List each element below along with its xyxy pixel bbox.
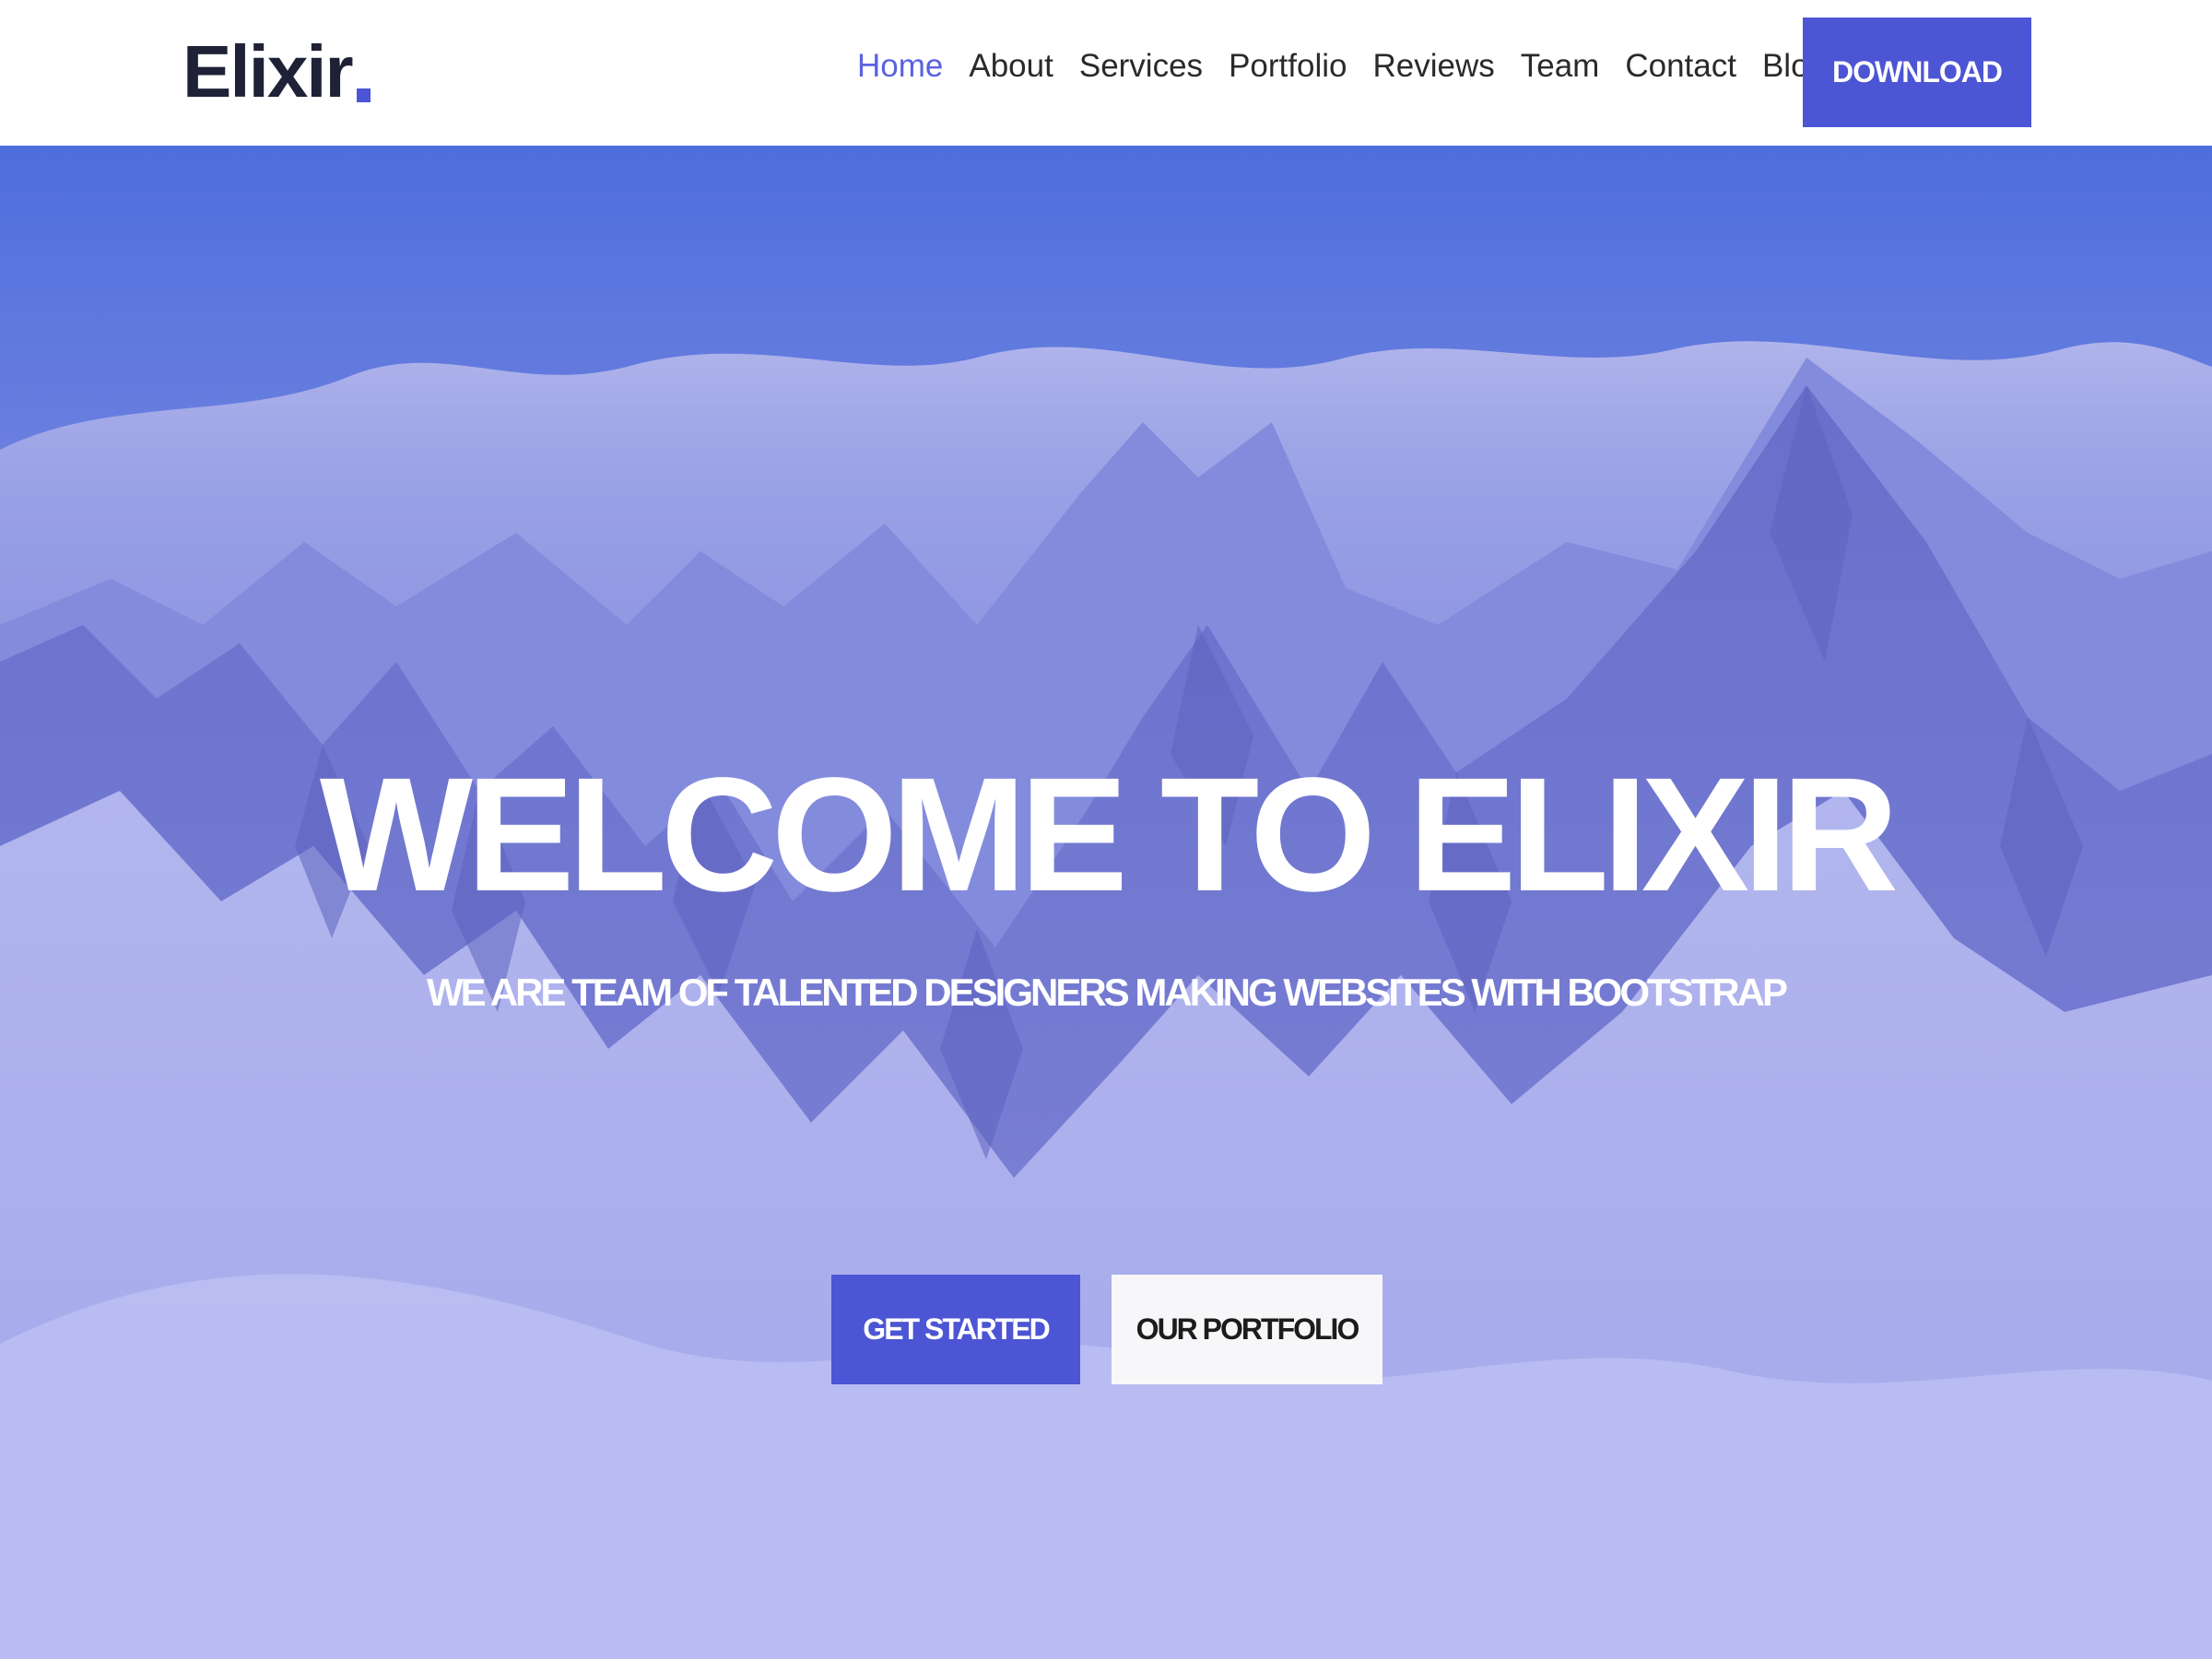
logo-text: Elixir (182, 30, 354, 112)
logo[interactable]: Elixir (182, 35, 371, 109)
hero-section: WELCOME TO ELIXIR WE ARE TEAM OF TALENTE… (0, 146, 2212, 1659)
hero-buttons: GET STARTED OUR PORTFOLIO (831, 1275, 1382, 1384)
nav-contact[interactable]: Contact (1625, 50, 1736, 82)
hero-title: WELCOME TO ELIXIR (319, 745, 1899, 925)
nav-reviews[interactable]: Reviews (1372, 50, 1494, 82)
nav-services[interactable]: Services (1079, 50, 1203, 82)
nav-home[interactable]: Home (857, 50, 943, 82)
download-button[interactable]: DOWNLOAD (1803, 18, 2031, 127)
main-nav: Home About Services Portfolio Reviews Te… (857, 50, 1827, 82)
nav-about[interactable]: About (969, 50, 1053, 82)
hero-subtitle: WE ARE TEAM OF TALENTED DESIGNERS MAKING… (427, 971, 1788, 1014)
get-started-button[interactable]: GET STARTED (831, 1275, 1080, 1384)
hero-content: WELCOME TO ELIXIR WE ARE TEAM OF TALENTE… (0, 754, 2212, 1012)
nav-portfolio[interactable]: Portfolio (1229, 50, 1347, 82)
logo-dot (356, 88, 371, 102)
our-portfolio-button[interactable]: OUR PORTFOLIO (1112, 1275, 1382, 1384)
nav-team[interactable]: Team (1521, 50, 1600, 82)
site-header: Elixir Home About Services Portfolio Rev… (0, 0, 2212, 146)
